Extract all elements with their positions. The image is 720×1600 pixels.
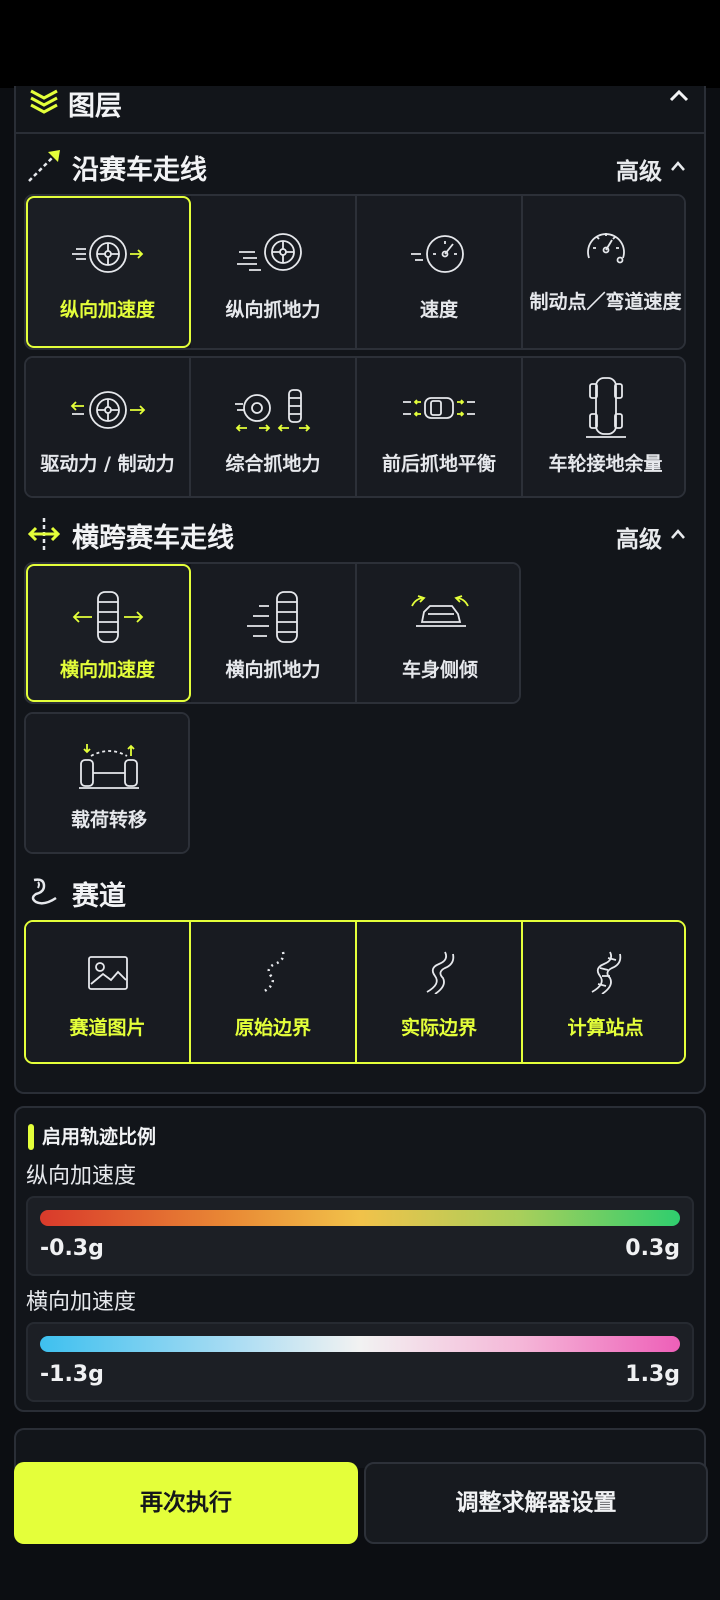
racing-line-arrow-icon xyxy=(28,150,60,182)
cell-label: 横向抓地力 xyxy=(225,659,321,681)
along-advanced-toggle[interactable]: 高级 xyxy=(616,152,685,186)
track-icon xyxy=(31,878,57,905)
lateral-scale-label: 横向加速度 xyxy=(26,1290,137,1315)
accent-bar xyxy=(28,1124,34,1150)
trajectory-scale-card: 启用轨迹比例 纵向加速度 -0.3g 0.3g 横向加速度 -1.3g 1.3g xyxy=(14,1106,706,1412)
body-roll-icon xyxy=(411,595,469,627)
front-rear-balance-icon xyxy=(403,397,475,419)
longitudinal-gradient-bar xyxy=(40,1210,680,1226)
layer-lateral-acceleration[interactable]: 横向加速度 xyxy=(26,564,191,702)
advanced-label: 高级 xyxy=(616,527,662,553)
drive-brake-force-icon xyxy=(70,391,145,429)
across-grid-row1: 横向加速度 横向抓地力 车身侧倾 xyxy=(24,562,521,704)
layer-combined-grip[interactable]: 综合抓地力 xyxy=(191,358,357,496)
scale-max: 0.3g xyxy=(625,1236,680,1261)
layers-header[interactable]: 图层 xyxy=(16,86,704,134)
lateral-scale: -1.3g 1.3g xyxy=(26,1322,694,1402)
actual-boundary-icon xyxy=(426,951,455,994)
layers-icon xyxy=(30,89,58,114)
cell-label: 车轮接地余量 xyxy=(548,453,663,475)
layer-lateral-grip[interactable]: 横向抓地力 xyxy=(191,564,357,702)
layer-wheel-contact-margin[interactable]: 车轮接地余量 xyxy=(523,358,684,496)
cell-label: 速度 xyxy=(419,299,458,321)
cell-label: 原始边界 xyxy=(234,1017,311,1039)
cell-label: 实际边界 xyxy=(400,1017,477,1039)
cell-label: 驱动力 / 制动力 xyxy=(40,453,175,475)
layers-title: 图层 xyxy=(68,91,122,122)
computed-stations-icon xyxy=(591,951,621,994)
raw-boundary-icon xyxy=(262,951,285,994)
layer-brake-point-corner-speed[interactable]: 制动点／弯道速度 xyxy=(523,196,684,348)
wheel-contact-margin-icon xyxy=(585,377,626,438)
layer-longitudinal-grip[interactable]: 纵向抓地力 xyxy=(191,196,357,348)
track-title: 赛道 xyxy=(72,881,126,912)
lateral-acceleration-icon xyxy=(72,591,143,643)
along-racing-line-title: 沿赛车走线 xyxy=(72,155,207,186)
layer-speed[interactable]: 速度 xyxy=(357,196,523,348)
layer-computed-stations[interactable]: 计算站点 xyxy=(523,922,684,1062)
longitudinal-scale: -0.3g 0.3g xyxy=(26,1196,694,1276)
across-grid-row2: 载荷转移 xyxy=(24,712,190,854)
cell-label: 赛道图片 xyxy=(69,1017,146,1039)
along-grid-row2: 驱动力 / 制动力 综合抓地力 前后抓地平衡 车轮接地余量 xyxy=(24,356,686,498)
chevron-up-icon xyxy=(671,529,685,539)
layer-actual-boundary[interactable]: 实际边界 xyxy=(357,922,523,1062)
cell-label: 横向加速度 xyxy=(59,659,155,681)
cell-label: 制动点／弯道速度 xyxy=(529,291,682,313)
longitudinal-scale-label: 纵向加速度 xyxy=(26,1164,137,1189)
cell-label: 前后抓地平衡 xyxy=(381,453,496,475)
cell-label: 纵向抓地力 xyxy=(225,299,321,321)
across-racing-line-title: 横跨赛车走线 xyxy=(72,523,234,554)
load-transfer-icon xyxy=(79,744,139,789)
scale-min: -1.3g xyxy=(40,1362,104,1387)
combined-grip-icon xyxy=(235,389,311,432)
layer-drive-brake-force[interactable]: 驱动力 / 制动力 xyxy=(26,358,191,496)
cell-label: 载荷转移 xyxy=(70,809,147,831)
speedometer-icon xyxy=(411,235,464,273)
longitudinal-acceleration-icon xyxy=(71,235,143,273)
cross-line-icon xyxy=(27,518,61,550)
track-grid: 赛道图片 原始边界 实际边界 计算站点 xyxy=(24,920,686,1064)
layers-panel: 图层 沿赛车走线 高级 纵向加速度 纵向抓地力 速度 制动点／弯道速度 驱动力 … xyxy=(14,86,706,1094)
cell-label: 综合抓地力 xyxy=(225,453,321,475)
layer-front-rear-balance[interactable]: 前后抓地平衡 xyxy=(357,358,523,496)
lateral-grip-icon xyxy=(247,591,298,643)
layer-track-image[interactable]: 赛道图片 xyxy=(26,922,191,1062)
status-bar xyxy=(0,0,720,88)
cell-label: 车身侧倾 xyxy=(401,659,478,681)
advanced-label: 高级 xyxy=(616,159,662,185)
scale-title: 启用轨迹比例 xyxy=(42,1126,157,1148)
layer-body-roll[interactable]: 车身侧倾 xyxy=(357,564,519,702)
cell-label: 计算站点 xyxy=(567,1017,644,1039)
rerun-button[interactable]: 再次执行 xyxy=(14,1462,358,1544)
cell-label: 纵向加速度 xyxy=(59,299,155,321)
scale-min: -0.3g xyxy=(40,1236,104,1261)
longitudinal-grip-icon xyxy=(237,233,302,271)
layer-raw-boundary[interactable]: 原始边界 xyxy=(191,922,357,1062)
along-grid-row1: 纵向加速度 纵向抓地力 速度 制动点／弯道速度 xyxy=(24,194,686,350)
chevron-up-icon xyxy=(671,161,685,171)
across-advanced-toggle[interactable]: 高级 xyxy=(616,520,685,554)
lateral-gradient-bar xyxy=(40,1336,680,1352)
image-icon xyxy=(87,956,128,990)
layer-longitudinal-acceleration[interactable]: 纵向加速度 xyxy=(26,196,191,348)
scale-max: 1.3g xyxy=(625,1362,680,1387)
layer-load-transfer[interactable]: 载荷转移 xyxy=(26,714,188,852)
adjust-solver-settings-button[interactable]: 调整求解器设置 xyxy=(364,1462,708,1544)
brake-point-gauge-icon xyxy=(586,233,625,264)
chevron-up-icon[interactable] xyxy=(668,88,690,104)
